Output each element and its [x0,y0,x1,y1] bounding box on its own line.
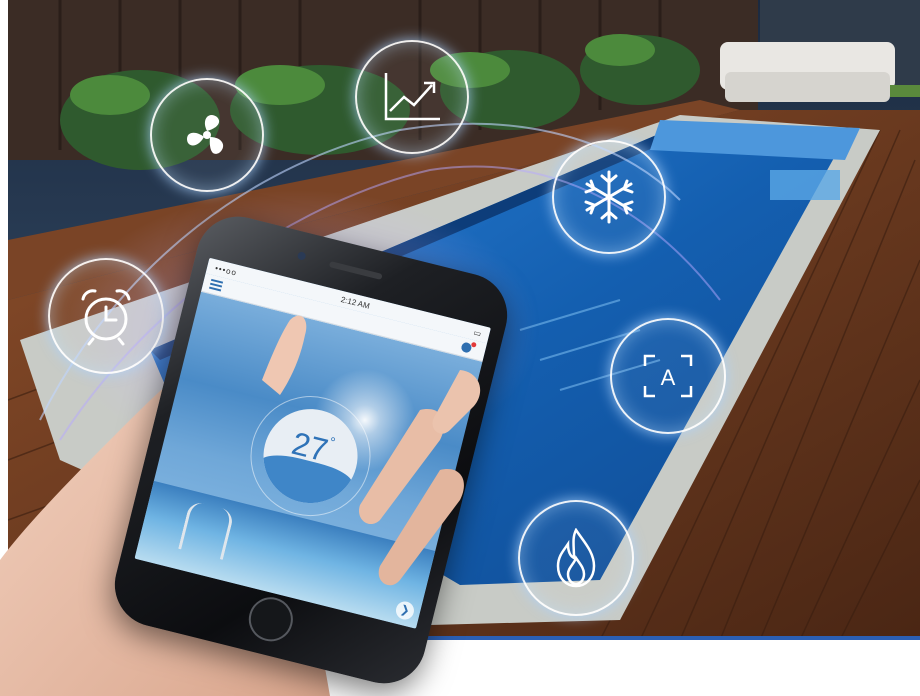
pool-scene: A •••oo 2:12 AM ▭ 27° ❯ [0,0,920,696]
fingers-illustration [262,315,481,586]
